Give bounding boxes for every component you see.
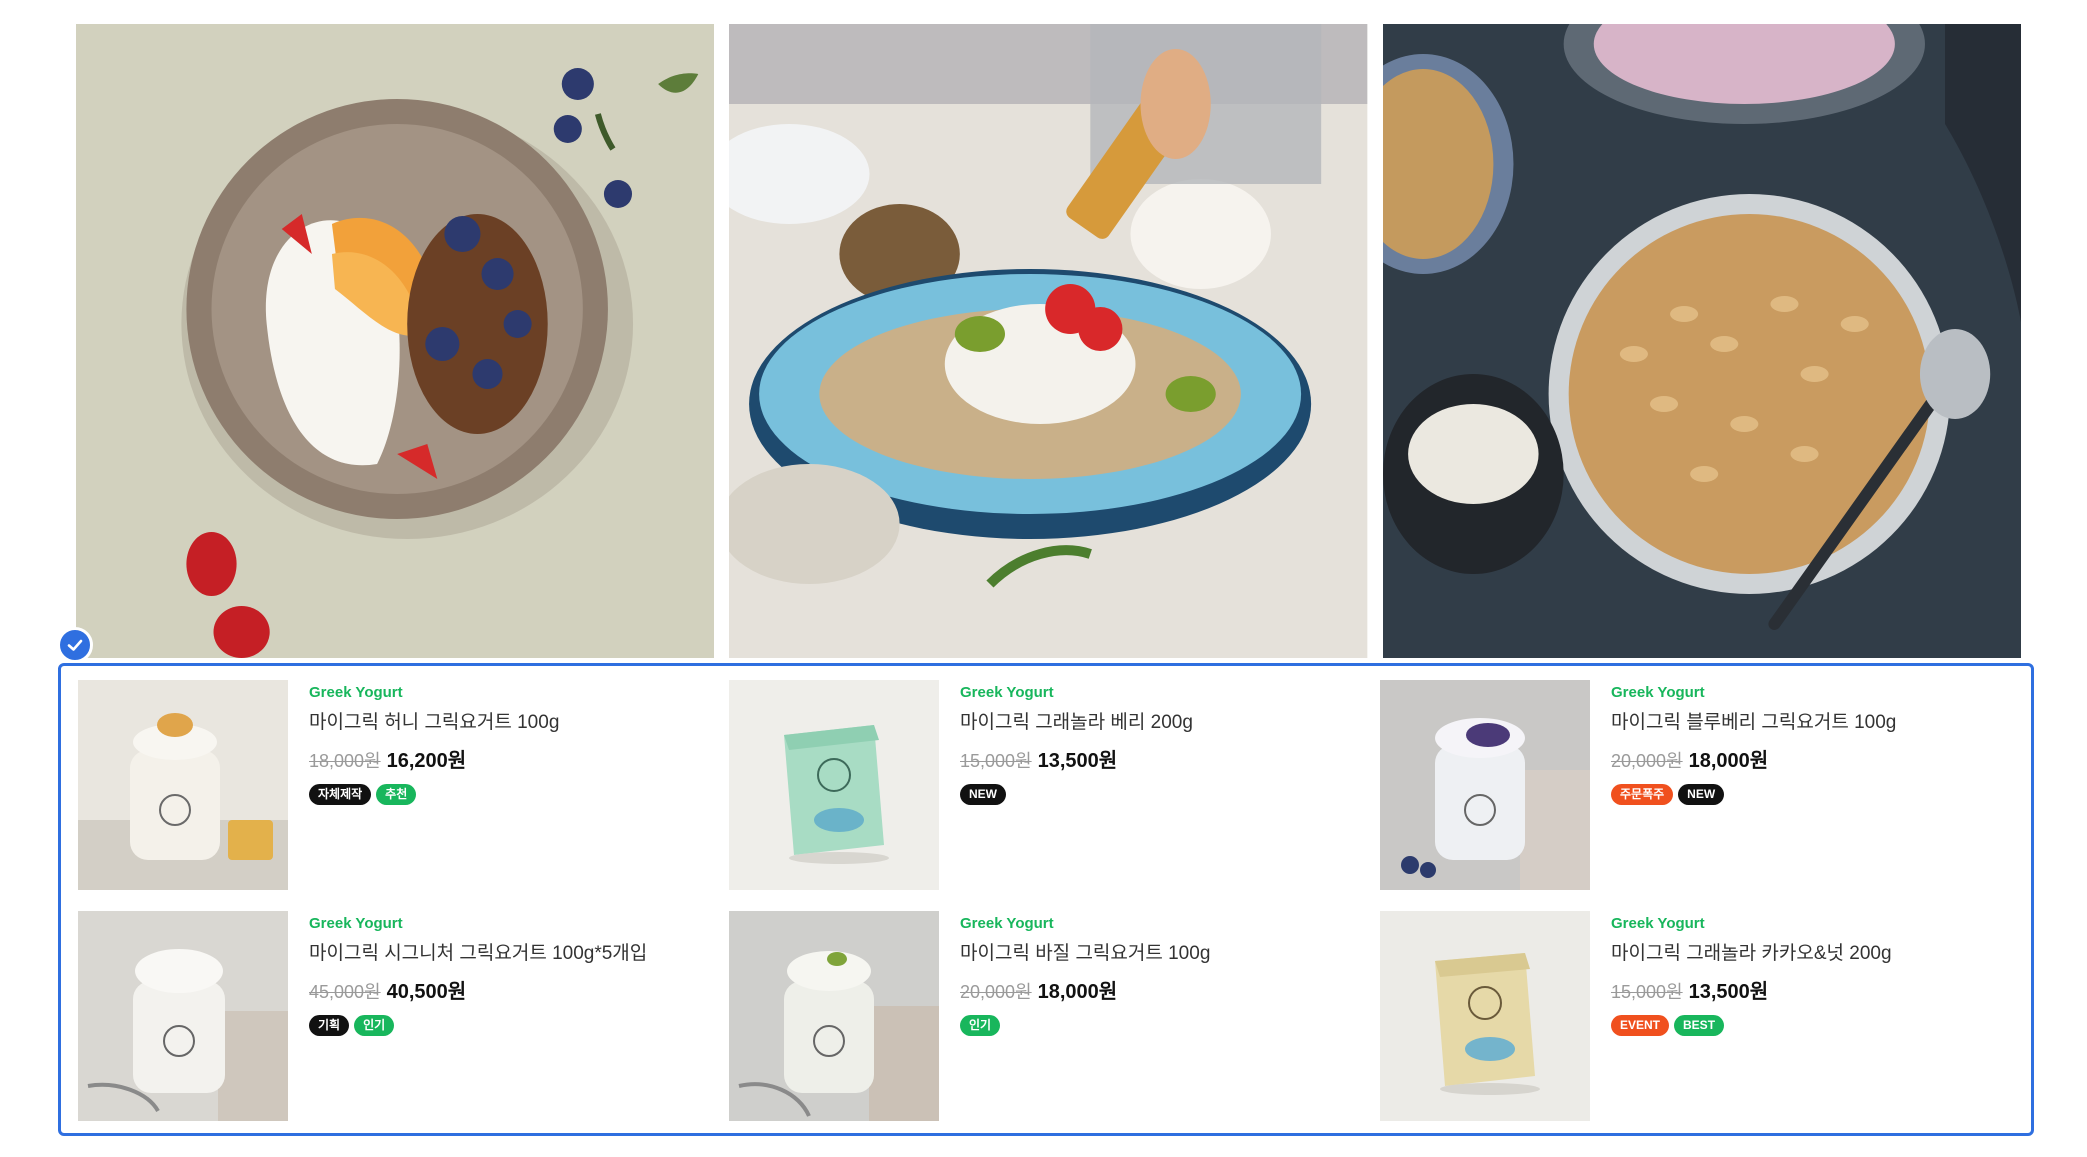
hero-photo-yogurt-bowl[interactable]	[76, 24, 715, 658]
blueberry-yogurt-jar-image	[1380, 680, 1590, 890]
original-price: 18,000원	[309, 751, 381, 771]
sale-price: 18,000원	[1688, 750, 1769, 772]
badge-label: 인기	[960, 1015, 1001, 1036]
price-row: 15,000원 13,500원	[1611, 975, 1892, 1004]
product-info: Greek Yogurt 마이그릭 블루베리 그릭요거트 100g 20,000…	[1611, 680, 1896, 805]
original-price: 20,000원	[1611, 751, 1683, 771]
badge-group: 주문폭주 NEW	[1611, 784, 1896, 805]
yogurt-bowl-photo	[76, 24, 715, 658]
granola-pouch-image	[729, 680, 939, 890]
product-category: Greek Yogurt	[960, 684, 1054, 701]
granola-honey-bowl-photo	[729, 24, 1368, 658]
badge-label: 기획	[309, 1015, 350, 1036]
product-grid: Greek Yogurt 마이그릭 허니 그릭요거트 100g 18,000원 …	[78, 680, 2016, 1121]
product-category: Greek Yogurt	[960, 915, 1054, 932]
product-card[interactable]: Greek Yogurt 마이그릭 블루베리 그릭요거트 100g 20,000…	[1380, 680, 2016, 890]
badge-group: 기획 인기	[309, 1015, 647, 1036]
product-image-signature-yogurt[interactable]	[78, 911, 288, 1121]
product-grid-selected[interactable]: Greek Yogurt 마이그릭 허니 그릭요거트 100g 18,000원 …	[58, 663, 2034, 1136]
product-image-granola-berry[interactable]	[729, 680, 939, 890]
product-category: Greek Yogurt	[309, 915, 403, 932]
hero-photo-oat-granola[interactable]	[1382, 24, 2021, 658]
product-card[interactable]: Greek Yogurt 마이그릭 그래놀라 베리 200g 15,000원 1…	[729, 680, 1365, 890]
product-info: Greek Yogurt 마이그릭 그래놀라 카카오&넛 200g 15,000…	[1611, 911, 1892, 1036]
check-icon	[67, 639, 83, 651]
badge-label: NEW	[1678, 784, 1725, 805]
product-card[interactable]: Greek Yogurt 마이그릭 그래놀라 카카오&넛 200g 15,000…	[1380, 911, 2016, 1121]
sale-price: 13,500원	[1037, 750, 1118, 772]
page: Greek Yogurt 마이그릭 허니 그릭요거트 100g 18,000원 …	[0, 0, 2087, 1157]
badge-label: 인기	[354, 1015, 395, 1036]
badge-label: 자체제작	[309, 784, 372, 805]
product-name[interactable]: 마이그릭 시그니처 그릭요거트 100g*5개입	[309, 942, 647, 966]
price-row: 20,000원 18,000원	[1611, 744, 1896, 773]
product-image-honey-yogurt[interactable]	[78, 680, 288, 890]
badge-group: NEW	[960, 784, 1193, 805]
product-name[interactable]: 마이그릭 바질 그릭요거트 100g	[960, 942, 1210, 966]
product-name[interactable]: 마이그릭 그래놀라 베리 200g	[960, 711, 1193, 735]
badge-group: EVENT BEST	[1611, 1015, 1892, 1036]
product-info: Greek Yogurt 마이그릭 그래놀라 베리 200g 15,000원 1…	[960, 680, 1193, 805]
original-price: 15,000원	[1611, 982, 1683, 1002]
original-price: 45,000원	[309, 982, 381, 1002]
product-image-basil-yogurt[interactable]	[729, 911, 939, 1121]
product-name[interactable]: 마이그릭 그래놀라 카카오&넛 200g	[1611, 942, 1892, 966]
sale-price: 40,500원	[386, 981, 467, 1003]
hero-photo-granola-honey[interactable]	[729, 24, 1368, 658]
selection-check-icon[interactable]	[57, 627, 93, 663]
badge-label: 추천	[376, 784, 417, 805]
badge-label: NEW	[960, 784, 1006, 805]
product-name[interactable]: 마이그릭 블루베리 그릭요거트 100g	[1611, 711, 1896, 735]
badge-group: 인기	[960, 1015, 1210, 1036]
oat-granola-bowl-photo	[1382, 24, 2021, 658]
badge-group: 자체제작 추천	[309, 784, 559, 805]
original-price: 15,000원	[960, 751, 1032, 771]
product-image-blueberry-yogurt[interactable]	[1380, 680, 1590, 890]
signature-yogurt-jar-image	[78, 911, 288, 1121]
product-info: Greek Yogurt 마이그릭 시그니처 그릭요거트 100g*5개입 45…	[309, 911, 647, 1036]
product-card[interactable]: Greek Yogurt 마이그릭 허니 그릭요거트 100g 18,000원 …	[78, 680, 714, 890]
product-info: Greek Yogurt 마이그릭 허니 그릭요거트 100g 18,000원 …	[309, 680, 559, 805]
product-category: Greek Yogurt	[1611, 915, 1705, 932]
price-row: 18,000원 16,200원	[309, 744, 559, 773]
badge-label: EVENT	[1611, 1015, 1670, 1036]
sale-price: 16,200원	[386, 750, 467, 772]
price-row: 20,000원 18,000원	[960, 975, 1210, 1004]
hero-gallery	[76, 24, 2021, 658]
product-name[interactable]: 마이그릭 허니 그릭요거트 100g	[309, 711, 559, 735]
sale-price: 18,000원	[1037, 981, 1118, 1003]
product-card[interactable]: Greek Yogurt 마이그릭 바질 그릭요거트 100g 20,000원 …	[729, 911, 1365, 1121]
product-category: Greek Yogurt	[309, 684, 403, 701]
badge-label: BEST	[1674, 1015, 1725, 1036]
sale-price: 13,500원	[1688, 981, 1769, 1003]
product-image-granola-cacao-nut[interactable]	[1380, 911, 1590, 1121]
yogurt-jar-image	[78, 680, 288, 890]
badge-label: 주문폭주	[1611, 784, 1674, 805]
product-category: Greek Yogurt	[1611, 684, 1705, 701]
price-row: 45,000원 40,500원	[309, 975, 647, 1004]
granola-cacao-pouch-image	[1380, 911, 1590, 1121]
product-info: Greek Yogurt 마이그릭 바질 그릭요거트 100g 20,000원 …	[960, 911, 1210, 1036]
price-row: 15,000원 13,500원	[960, 744, 1193, 773]
basil-yogurt-jar-image	[729, 911, 939, 1121]
original-price: 20,000원	[960, 982, 1032, 1002]
product-card[interactable]: Greek Yogurt 마이그릭 시그니처 그릭요거트 100g*5개입 45…	[78, 911, 714, 1121]
